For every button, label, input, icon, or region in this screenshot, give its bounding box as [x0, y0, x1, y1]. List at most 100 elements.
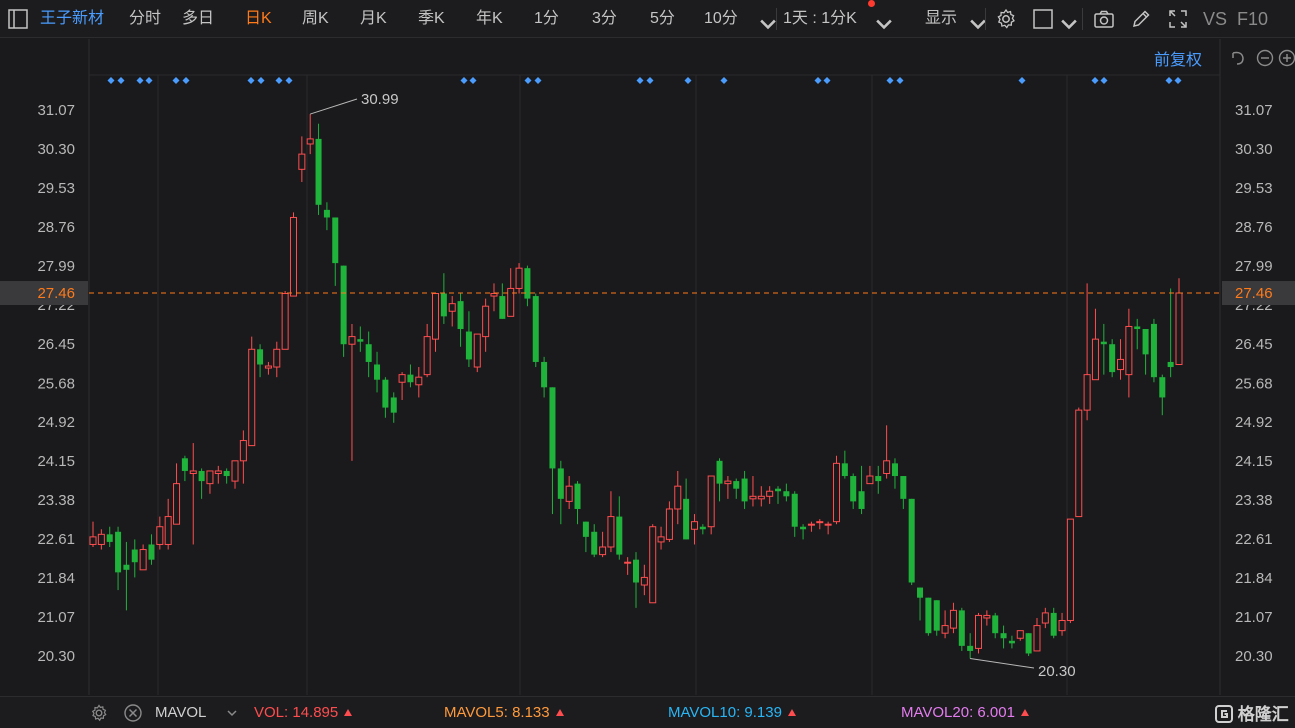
event-marker[interactable] — [1100, 77, 1108, 84]
candle-body-down[interactable] — [1050, 612, 1057, 636]
candle-body-up[interactable] — [757, 495, 765, 500]
candle-body-up[interactable] — [1175, 292, 1183, 365]
event-marker[interactable] — [469, 77, 477, 84]
candle-body-up[interactable] — [156, 526, 164, 545]
candle-body-down[interactable] — [741, 478, 748, 502]
candle-body-down[interactable] — [1159, 377, 1166, 398]
event-marker[interactable] — [257, 77, 265, 84]
candle-body-up[interactable] — [1016, 630, 1024, 639]
candle-body-down[interactable] — [524, 268, 531, 299]
event-marker[interactable] — [1174, 77, 1182, 84]
candle-body-up[interactable] — [941, 625, 949, 634]
candlestick-chart[interactable]: 31.07 31.07 30.30 30.30 29.53 29.53 28.76 28.76… — [0, 39, 1295, 695]
candle-body-down[interactable] — [440, 293, 447, 317]
chevron-down-icon[interactable] — [872, 12, 896, 36]
event-marker[interactable] — [886, 77, 894, 84]
candle-body-up[interactable] — [749, 495, 757, 500]
event-marker[interactable] — [814, 77, 822, 84]
candle-body-down[interactable] — [106, 534, 113, 542]
candle-body-down[interactable] — [532, 296, 539, 362]
tab-daily-k[interactable]: 日K — [245, 0, 272, 38]
candle-body-down[interactable] — [357, 339, 364, 342]
candle-body-down[interactable] — [1008, 640, 1015, 644]
candle-body-down[interactable] — [958, 610, 965, 646]
candle-body-up[interactable] — [398, 374, 406, 383]
candle-body-down[interactable] — [967, 645, 974, 651]
event-marker[interactable] — [896, 77, 904, 84]
event-marker[interactable] — [172, 77, 180, 84]
close-icon[interactable] — [123, 703, 143, 723]
candle-body-down[interactable] — [541, 361, 548, 388]
chevron-down-icon[interactable] — [966, 12, 990, 36]
event-marker[interactable] — [117, 77, 125, 84]
candle-body-up[interactable] — [89, 536, 97, 545]
gear-icon[interactable] — [89, 703, 109, 723]
candle-body-up[interactable] — [206, 470, 214, 485]
event-marker[interactable] — [1091, 77, 1099, 84]
candle-body-up[interactable] — [515, 267, 523, 289]
chevron-down-icon[interactable] — [225, 706, 239, 720]
event-marker[interactable] — [646, 77, 654, 84]
candle-body-down[interactable] — [875, 476, 882, 482]
candle-body-up[interactable] — [599, 546, 607, 556]
candle-body-down[interactable] — [699, 526, 706, 530]
candle-body-down[interactable] — [858, 491, 865, 509]
candle-body-up[interactable] — [565, 485, 573, 502]
candle-body-up[interactable] — [289, 216, 297, 297]
event-marker[interactable] — [285, 77, 293, 84]
period-select[interactable]: 1天 : 1分K — [783, 0, 857, 38]
candle-body-up[interactable] — [1117, 358, 1125, 371]
candle-body-down[interactable] — [632, 559, 640, 583]
candle-body-down[interactable] — [557, 468, 564, 499]
tab-monthly-k[interactable]: 月K — [360, 0, 387, 38]
candle-body-up[interactable] — [1075, 409, 1083, 518]
checkbox-icon[interactable] — [1031, 7, 1055, 31]
candle-body-up[interactable] — [214, 470, 222, 474]
candle-body-up[interactable] — [490, 293, 498, 297]
candle-body-down[interactable] — [323, 209, 330, 218]
candle-body-up[interactable] — [264, 365, 272, 369]
candle-body-down[interactable] — [407, 374, 414, 383]
candle-body-down[interactable] — [616, 516, 623, 555]
candle-body-down[interactable] — [917, 587, 924, 598]
candle-body-down[interactable] — [1167, 361, 1174, 368]
tab-yearly-k[interactable]: 年K — [476, 0, 503, 38]
event-marker[interactable] — [136, 77, 144, 84]
sidebar-toggle-icon[interactable] — [6, 7, 30, 31]
candle-body-down[interactable] — [1142, 329, 1149, 355]
candle-body-up[interactable] — [231, 460, 239, 482]
candle-body-down[interactable] — [574, 483, 581, 509]
event-marker[interactable] — [823, 77, 831, 84]
candle-body-up[interactable] — [883, 460, 891, 474]
candle-body-down[interactable] — [457, 301, 464, 330]
candle-body-down[interactable] — [891, 463, 898, 477]
candle-body-up[interactable] — [239, 440, 247, 462]
tab-3min[interactable]: 3分 — [592, 0, 617, 38]
candle-body-up[interactable] — [866, 475, 874, 485]
tab-5min[interactable]: 5分 — [650, 0, 675, 38]
candle-body-up[interactable] — [1058, 620, 1066, 632]
event-marker[interactable] — [720, 77, 728, 84]
candle-body-down[interactable] — [148, 544, 155, 560]
candle-body-down[interactable] — [733, 481, 740, 489]
candle-body-up[interactable] — [97, 533, 105, 545]
tab-10min[interactable]: 10分 — [704, 0, 738, 38]
candle-body-up[interactable] — [649, 526, 657, 604]
candle-body-up[interactable] — [482, 305, 490, 338]
candle-body-down[interactable] — [900, 476, 907, 499]
candle-body-up[interactable] — [766, 490, 774, 497]
candle-body-down[interactable] — [198, 470, 205, 482]
candle-body-down[interactable] — [1134, 326, 1141, 330]
candle-body-up[interactable] — [949, 609, 957, 629]
candle-body-up[interactable] — [298, 153, 306, 170]
stock-name[interactable]: 王子新材 — [40, 0, 104, 38]
event-marker[interactable] — [1018, 77, 1026, 84]
candle-body-up[interactable] — [832, 462, 840, 523]
candle-body-down[interactable] — [716, 460, 723, 484]
candle-body-down[interactable] — [332, 217, 339, 264]
candle-body-up[interactable] — [674, 485, 682, 510]
candle-body-down[interactable] — [390, 397, 397, 413]
candle-body-up[interactable] — [707, 475, 715, 528]
event-marker[interactable] — [524, 77, 532, 84]
candle-body-down[interactable] — [340, 265, 347, 345]
